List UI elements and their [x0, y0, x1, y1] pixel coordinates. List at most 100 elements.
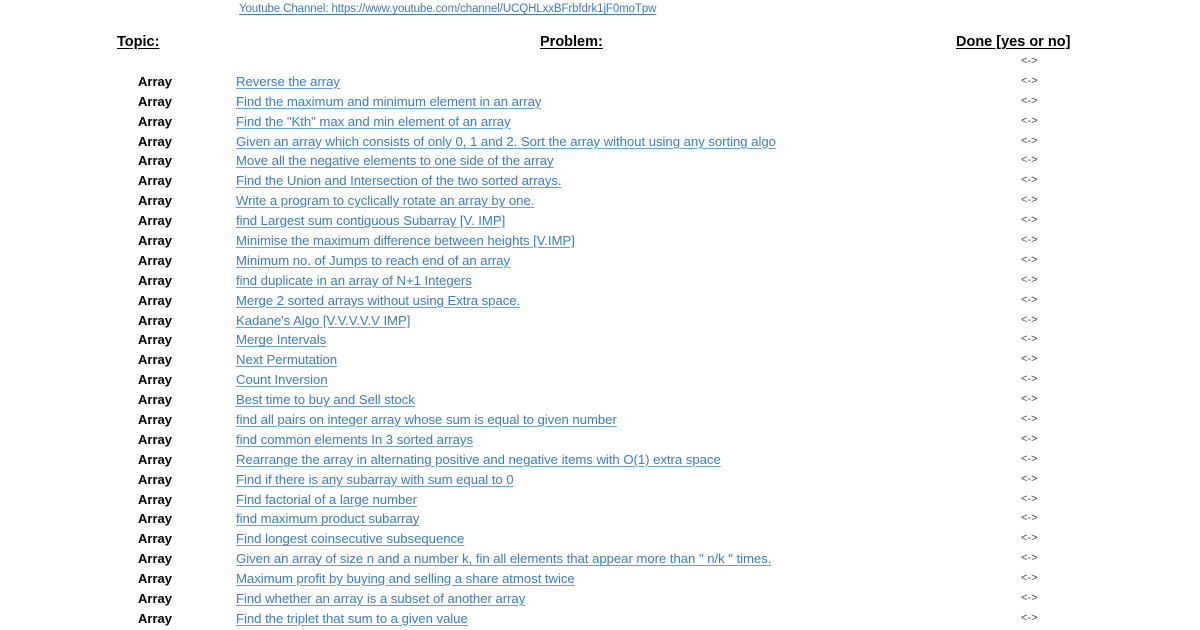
done-marker[interactable]: <->: [1021, 330, 1038, 350]
done-marker[interactable]: <->: [1021, 430, 1038, 450]
cell-topic: Array: [138, 153, 172, 169]
table-row: Array find common elements In 3 sorted ar…: [0, 430, 1200, 450]
problem-link[interactable]: Find the "Kth" max and min element of an…: [236, 112, 511, 132]
done-marker[interactable]: <->: [1021, 569, 1038, 589]
cell-topic: Array: [138, 431, 172, 447]
problem-link[interactable]: Find the maximum and minimum element in …: [236, 92, 541, 112]
done-marker[interactable]: <->: [1021, 231, 1038, 251]
cell-topic: Array: [138, 412, 172, 428]
table-row: Array Maximum profit by buying and sellin…: [0, 569, 1200, 589]
table-row: Array Find the Union and Intersection of …: [0, 171, 1200, 191]
cell-topic: Array: [138, 392, 172, 408]
problem-link[interactable]: Given an array of size n and a number k,…: [236, 549, 771, 569]
problem-link[interactable]: find duplicate in an array of N+1 Intege…: [236, 271, 472, 291]
cell-topic: Array: [138, 531, 172, 547]
table-row: Array Find longest coinsecutive subsequen…: [0, 529, 1200, 549]
cell-topic: Array: [138, 93, 172, 109]
problem-link[interactable]: Rearrange the array in alternating posit…: [236, 450, 721, 470]
problem-link[interactable]: Next Permutation: [236, 350, 337, 370]
table-row: Array Given an array of size n and a numb…: [0, 549, 1200, 569]
problem-link[interactable]: find Largest sum contiguous Subarray [V.…: [236, 211, 505, 231]
cell-topic: Array: [138, 491, 172, 507]
table-row: Array Given an array which consists of on…: [0, 132, 1200, 152]
problem-link[interactable]: Minimise the maximum difference between …: [236, 231, 575, 251]
cell-topic: Array: [138, 610, 172, 626]
done-marker[interactable]: <->: [1021, 490, 1038, 510]
done-marker[interactable]: <->: [1021, 52, 1038, 72]
problem-link[interactable]: find all pairs on integer array whose su…: [236, 410, 617, 430]
problem-link[interactable]: Minimum no. of Jumps to reach end of an …: [236, 251, 510, 271]
done-marker[interactable]: <->: [1021, 410, 1038, 430]
problem-link[interactable]: Find the triplet that sum to a given val…: [236, 609, 468, 629]
problem-link[interactable]: Find factorial of a large number: [236, 490, 417, 510]
problem-link[interactable]: Move all the negative elements to one si…: [236, 151, 554, 171]
problem-link[interactable]: Find if there is any subarray with sum e…: [236, 470, 514, 490]
problem-link[interactable]: Find whether an array is a subset of ano…: [236, 589, 525, 609]
table-row: Array Minimise the maximum difference bet…: [0, 231, 1200, 251]
cell-topic: Array: [138, 551, 172, 567]
done-marker[interactable]: <->: [1021, 311, 1038, 331]
done-marker[interactable]: <->: [1021, 271, 1038, 291]
cell-topic: Array: [138, 133, 172, 149]
problem-link[interactable]: Best time to buy and Sell stock: [236, 390, 415, 410]
problem-link[interactable]: Find the Union and Intersection of the t…: [236, 171, 562, 191]
done-marker[interactable]: <->: [1021, 191, 1038, 211]
problem-link[interactable]: Count Inversion: [236, 370, 328, 390]
table-row: Array Find if there is any subarray with …: [0, 470, 1200, 490]
cell-topic: Array: [138, 372, 172, 388]
table-row: Array Merge Intervals <->: [0, 330, 1200, 350]
done-marker[interactable]: <->: [1021, 132, 1038, 152]
problem-link[interactable]: Merge Intervals: [236, 330, 326, 350]
table-row: Array Find whether an array is a subset o…: [0, 589, 1200, 609]
problem-link[interactable]: Kadane's Algo [V.V.V.V.V IMP]: [236, 311, 410, 331]
done-marker[interactable]: <->: [1021, 549, 1038, 569]
done-marker[interactable]: <->: [1021, 450, 1038, 470]
problem-link[interactable]: Maximum profit by buying and selling a s…: [236, 569, 575, 589]
done-marker[interactable]: <->: [1021, 350, 1038, 370]
table-row: Array Merge 2 sorted arrays without using…: [0, 291, 1200, 311]
problem-link[interactable]: Find longest coinsecutive subsequence: [236, 529, 464, 549]
cell-topic: Array: [138, 292, 172, 308]
done-marker[interactable]: <->: [1021, 72, 1038, 92]
done-marker[interactable]: <->: [1021, 92, 1038, 112]
done-marker[interactable]: <->: [1021, 589, 1038, 609]
problem-link[interactable]: Write a program to cyclically rotate an …: [236, 191, 534, 211]
done-marker[interactable]: <->: [1021, 112, 1038, 132]
done-marker[interactable]: <->: [1021, 370, 1038, 390]
cell-topic: Array: [138, 173, 172, 189]
done-marker[interactable]: <->: [1021, 211, 1038, 231]
table-row: Array find all pairs on integer array who…: [0, 410, 1200, 430]
problem-link[interactable]: find maximum product subarray: [236, 509, 419, 529]
table-row: Array Find the "Kth" max and min element …: [0, 112, 1200, 132]
problem-link[interactable]: Given an array which consists of only 0,…: [236, 132, 776, 152]
done-marker[interactable]: <->: [1021, 609, 1038, 629]
done-marker[interactable]: <->: [1021, 529, 1038, 549]
youtube-channel-link[interactable]: Youtube Channel: https://www.youtube.com…: [239, 2, 656, 16]
table-row: Array find duplicate in an array of N+1 I…: [0, 271, 1200, 291]
problem-link[interactable]: find common elements In 3 sorted arrays: [236, 430, 473, 450]
table-row: Array Reverse the array <->: [0, 72, 1200, 92]
table-row: Array Best time to buy and Sell stock <->: [0, 390, 1200, 410]
done-marker[interactable]: <->: [1021, 470, 1038, 490]
done-marker[interactable]: <->: [1021, 171, 1038, 191]
table-row: Array Count Inversion <->: [0, 370, 1200, 390]
cell-topic: Array: [138, 511, 172, 527]
cell-topic: Array: [138, 312, 172, 328]
table-row: Array Find the maximum and minimum elemen…: [0, 92, 1200, 112]
done-marker[interactable]: <->: [1021, 390, 1038, 410]
problem-link[interactable]: Merge 2 sorted arrays without using Extr…: [236, 291, 520, 311]
cell-topic: Array: [138, 233, 172, 249]
cell-topic: Array: [138, 193, 172, 209]
done-marker[interactable]: <->: [1021, 291, 1038, 311]
table-row: Array Rearrange the array in alternating …: [0, 450, 1200, 470]
youtube-channel-bar: Youtube Channel: https://www.youtube.com…: [0, 0, 1200, 22]
done-marker[interactable]: <->: [1021, 251, 1038, 271]
table-row: Array Minimum no. of Jumps to reach end o…: [0, 251, 1200, 271]
done-marker[interactable]: <->: [1021, 151, 1038, 171]
cell-topic: Array: [138, 73, 172, 89]
cell-topic: Array: [138, 571, 172, 587]
cell-topic: Array: [138, 591, 172, 607]
cell-topic: Array: [138, 113, 172, 129]
done-marker[interactable]: <->: [1021, 509, 1038, 529]
problem-link[interactable]: Reverse the array: [236, 72, 340, 92]
